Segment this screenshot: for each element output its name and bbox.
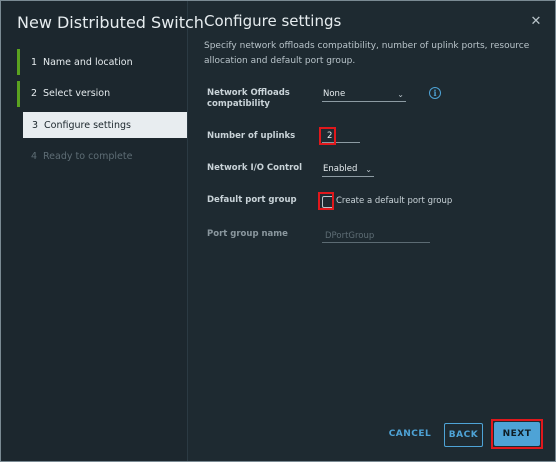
next-highlight: [491, 419, 543, 449]
wizard-title: New Distributed Switch: [17, 13, 204, 32]
checkbox-highlight: [318, 192, 334, 210]
step-ready-to-complete: 4 Ready to complete: [17, 144, 187, 170]
nioc-select[interactable]: Enabled ⌄: [322, 163, 374, 177]
nioc-value: Enabled: [323, 164, 358, 174]
default-pg-checkbox-label[interactable]: Create a default port group: [336, 196, 452, 206]
step-label: Configure settings: [44, 119, 131, 131]
step-select-version[interactable]: 2 Select version: [17, 80, 187, 107]
pg-name-input[interactable]: DPortGroup: [322, 229, 430, 243]
step-number: 3: [32, 119, 39, 131]
main-pane: Configure settings ✕ Specify network off…: [188, 1, 555, 461]
step-number: 1: [31, 56, 38, 68]
close-icon[interactable]: ✕: [529, 15, 543, 29]
nioc-label: Network I/O Control: [207, 163, 303, 173]
chevron-down-icon: ⌄: [397, 90, 404, 99]
back-button[interactable]: BACK: [444, 423, 483, 447]
step-label: Select version: [43, 88, 111, 99]
step-number: 4: [31, 151, 38, 162]
uplinks-label: Number of uplinks: [207, 131, 296, 141]
chevron-down-icon: ⌄: [365, 165, 372, 174]
step-label: Ready to complete: [43, 151, 133, 162]
step-label: Name and location: [43, 56, 133, 68]
step-name-and-location[interactable]: 1 Name and location: [17, 49, 187, 75]
offloads-label: Network Offloads compatibility: [207, 88, 290, 109]
wizard-steps: 1 Name and location 2 Select version 3 C…: [17, 49, 187, 175]
pg-name-label: Port group name: [207, 229, 288, 239]
dialog: New Distributed Switch 1 Name and locati…: [0, 0, 556, 462]
info-icon[interactable]: i: [429, 87, 441, 99]
cancel-button[interactable]: CANCEL: [384, 429, 436, 443]
page-title: Configure settings: [204, 12, 342, 30]
uplinks-highlight: [319, 127, 336, 145]
page-subtitle: Specify network offloads compatibility, …: [204, 41, 530, 66]
default-pg-label: Default port group: [207, 195, 297, 205]
wizard-sidebar: New Distributed Switch 1 Name and locati…: [1, 1, 204, 461]
step-number: 2: [31, 88, 38, 99]
step-configure-settings[interactable]: 3 Configure settings: [23, 112, 187, 138]
offloads-value: None: [323, 89, 346, 99]
offloads-select[interactable]: None ⌄: [322, 88, 406, 102]
